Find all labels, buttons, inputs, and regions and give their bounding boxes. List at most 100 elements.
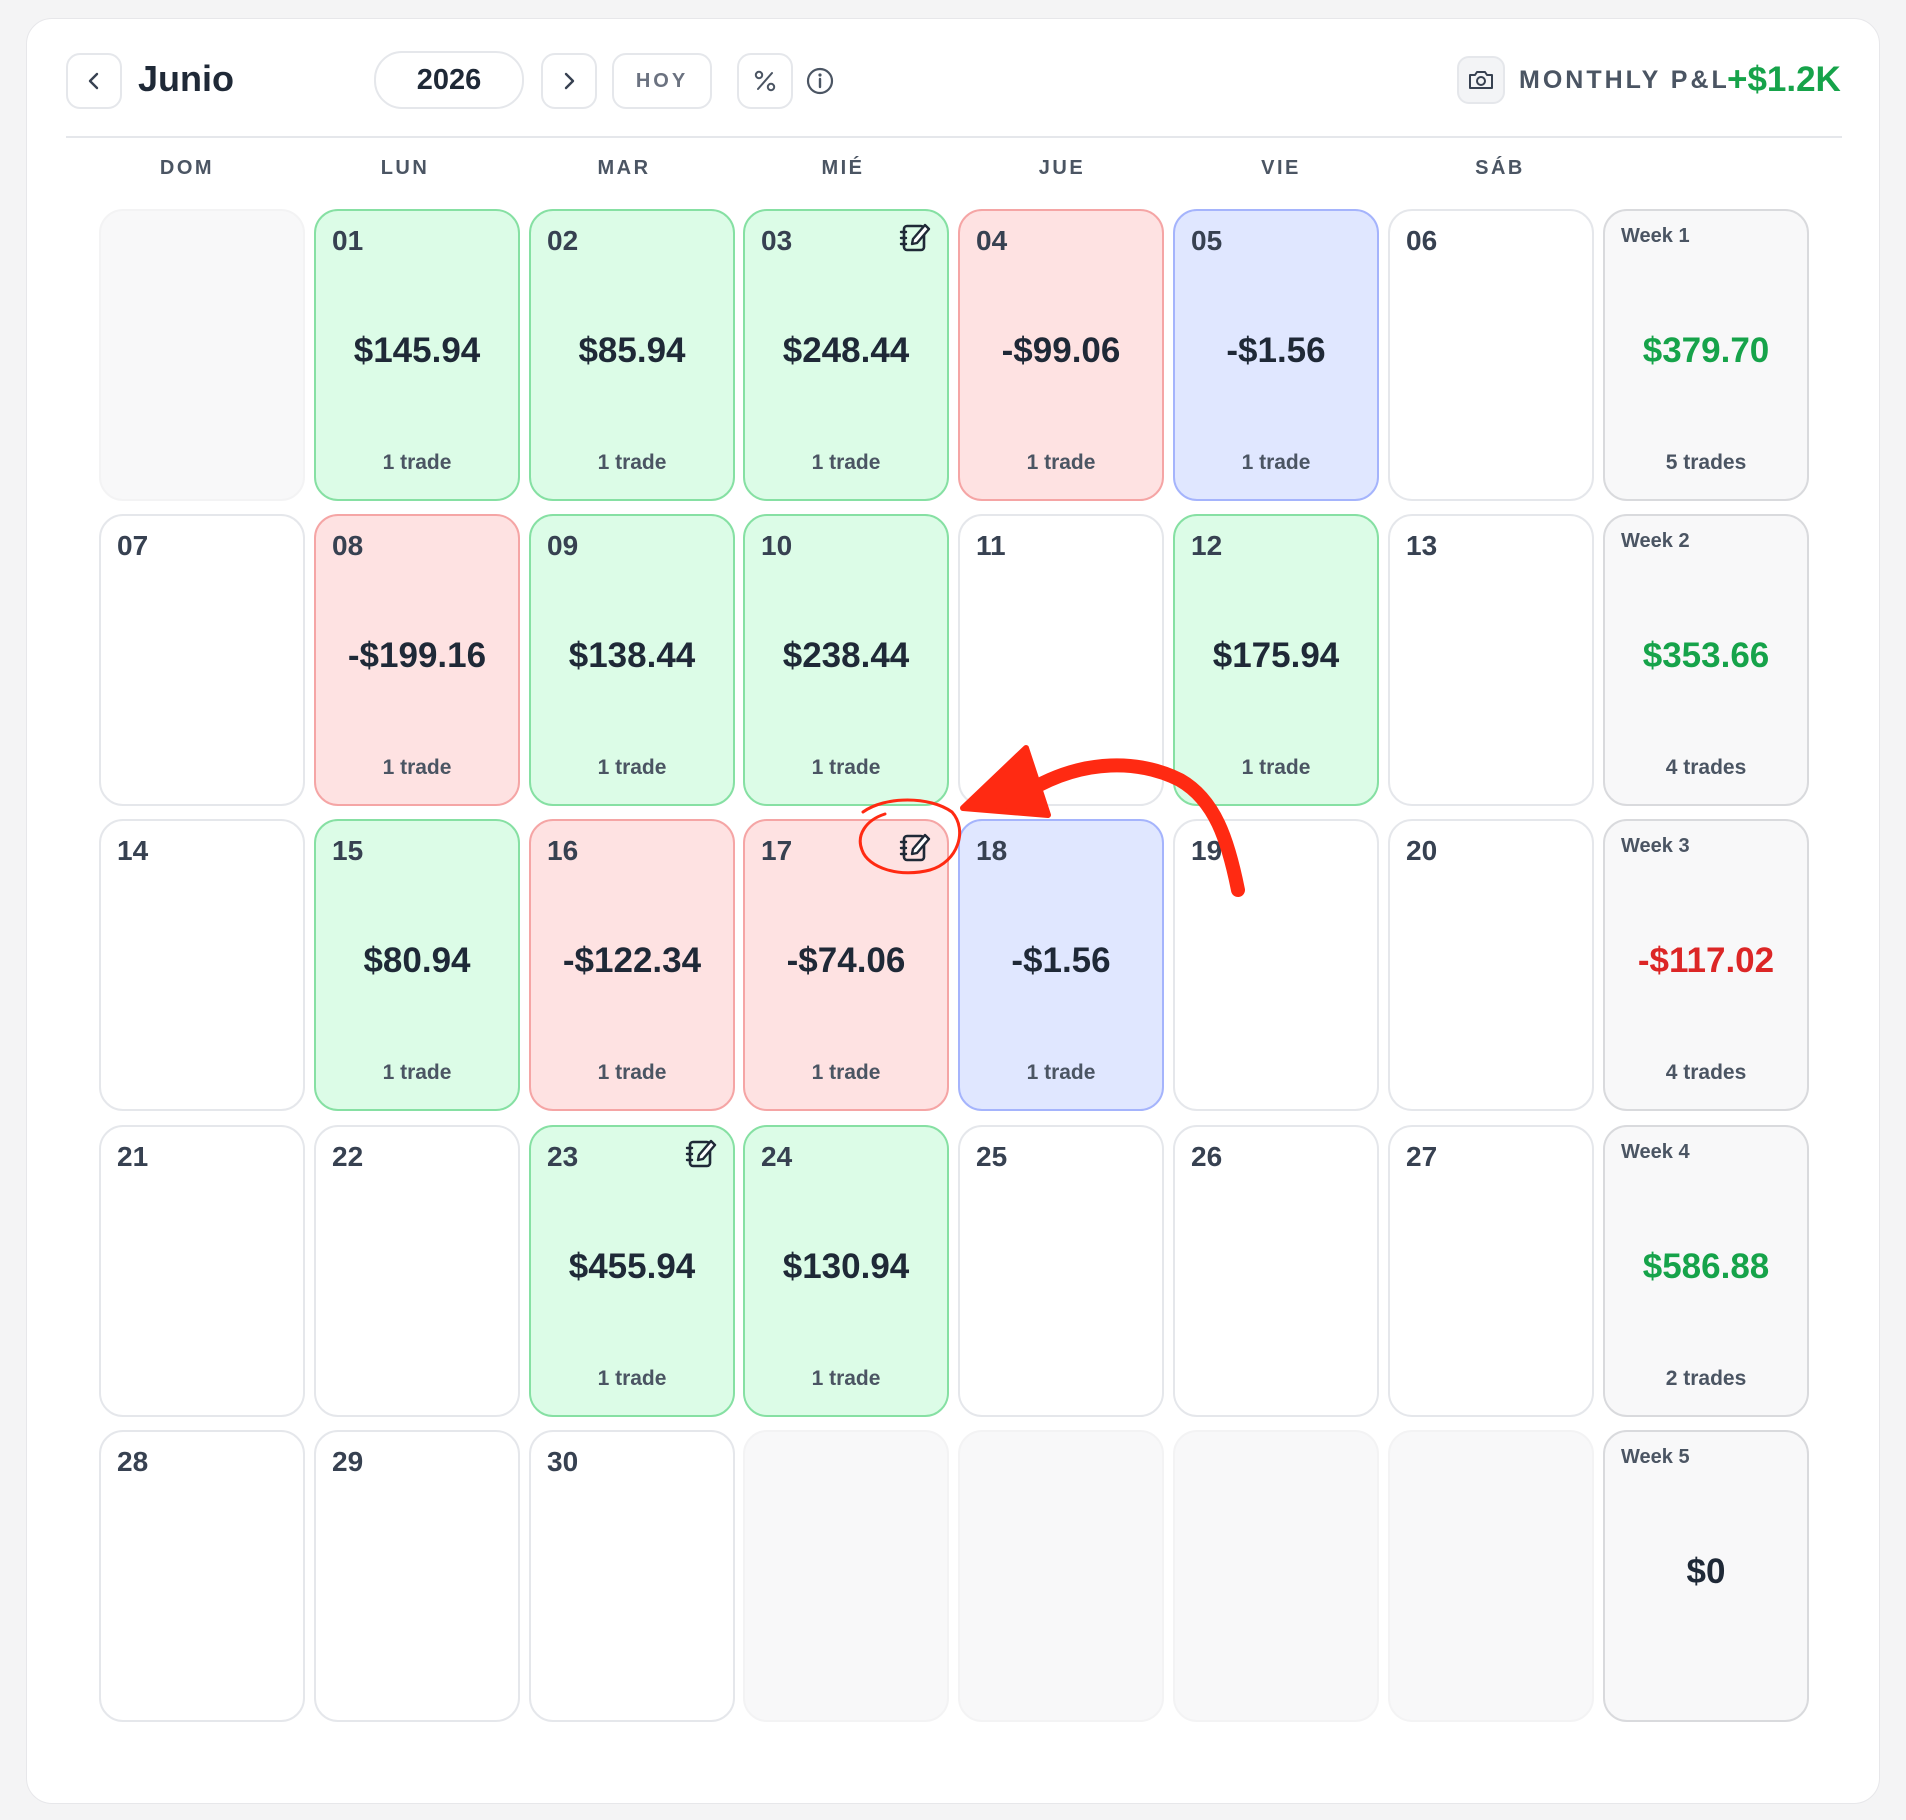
day-cell[interactable]: 09 $138.44 1 trade (529, 514, 735, 806)
day-number: 02 (547, 225, 579, 256)
weekday-label: MIÉ (821, 157, 865, 179)
percent-toggle-button[interactable] (737, 53, 793, 109)
day-number: 19 (1191, 835, 1223, 866)
week-summary-cell[interactable]: Week 5 $0 (1603, 1430, 1809, 1722)
day-trade-count: 1 trade (1241, 756, 1311, 779)
day-trade-count: 1 trade (597, 451, 667, 474)
chevron-left-icon (88, 72, 99, 90)
day-cell[interactable]: 26 (1173, 1125, 1379, 1417)
day-cell[interactable]: 30 (529, 1430, 735, 1722)
day-cell[interactable]: 18 -$1.56 1 trade (958, 819, 1164, 1111)
week-pnl: $379.70 (1642, 331, 1770, 370)
day-cell[interactable]: 22 (314, 1125, 520, 1417)
day-cell[interactable]: 29 (314, 1430, 520, 1722)
day-pnl: -$74.06 (786, 941, 906, 980)
day-trade-count: 1 trade (382, 756, 452, 779)
journal-note-icon[interactable] (897, 219, 933, 255)
day-trade-count: 1 trade (811, 756, 881, 779)
day-number: 11 (976, 530, 1006, 561)
week-label: Week 5 (1621, 1446, 1690, 1468)
day-pnl: $175.94 (1212, 636, 1340, 675)
weekday-label: VIE (1261, 157, 1301, 179)
day-number: 25 (976, 1141, 1008, 1172)
day-trade-count: 1 trade (1026, 451, 1096, 474)
week-summary-cell[interactable]: Week 3 -$117.02 4 trades (1603, 819, 1809, 1111)
day-cell[interactable]: 12 $175.94 1 trade (1173, 514, 1379, 806)
info-icon[interactable] (805, 66, 835, 96)
day-cell[interactable]: 20 (1388, 819, 1594, 1111)
day-cell[interactable]: 04 -$99.06 1 trade (958, 209, 1164, 501)
day-cell[interactable]: 06 (1388, 209, 1594, 501)
today-label: HOY (635, 69, 689, 92)
day-trade-count: 1 trade (1241, 451, 1311, 474)
day-cell[interactable]: 01 $145.94 1 trade (314, 209, 520, 501)
journal-note-icon[interactable] (897, 829, 933, 865)
day-number: 08 (332, 530, 364, 561)
day-number: 17 (761, 835, 793, 866)
next-month-button[interactable] (541, 53, 597, 109)
day-cell[interactable]: 13 (1388, 514, 1594, 806)
monthly-pnl-label: MONTHLY P&L (1519, 66, 1730, 94)
year-selector[interactable]: 2026 (374, 51, 524, 109)
day-pnl: $238.44 (782, 636, 910, 675)
day-number: 21 (117, 1141, 149, 1172)
day-pnl: $455.94 (568, 1247, 696, 1286)
week-trade-count: 5 trades (1665, 451, 1747, 474)
day-cell[interactable]: 24 $130.94 1 trade (743, 1125, 949, 1417)
day-cell[interactable]: 05 -$1.56 1 trade (1173, 209, 1379, 501)
day-cell[interactable]: 07 (99, 514, 305, 806)
empty-day-cell (1173, 1430, 1379, 1722)
day-number: 09 (547, 530, 579, 561)
day-number: 04 (976, 225, 1008, 256)
weekday-label: SÁB (1475, 157, 1525, 179)
prev-month-button[interactable] (66, 53, 122, 109)
monthly-pnl-value: +$1.2K (1727, 60, 1841, 99)
day-number: 27 (1406, 1141, 1438, 1172)
day-cell[interactable]: 03 $248.44 1 trade (743, 209, 949, 501)
weekday-label: JUE (1038, 157, 1086, 179)
day-number: 22 (332, 1141, 364, 1172)
day-cell[interactable]: 16 -$122.34 1 trade (529, 819, 735, 1111)
day-number: 18 (976, 835, 1008, 866)
day-number: 13 (1406, 530, 1438, 561)
week-pnl: -$117.02 (1637, 941, 1775, 980)
day-cell[interactable]: 08 -$199.16 1 trade (314, 514, 520, 806)
day-cell[interactable]: 02 $85.94 1 trade (529, 209, 735, 501)
day-number: 14 (117, 835, 149, 866)
day-cell[interactable]: 11 (958, 514, 1164, 806)
day-number: 20 (1406, 835, 1438, 866)
day-number: 30 (547, 1446, 579, 1477)
day-trade-count: 1 trade (597, 756, 667, 779)
day-pnl: $145.94 (353, 331, 481, 370)
day-number: 16 (547, 835, 579, 866)
day-cell[interactable]: 28 (99, 1430, 305, 1722)
week-pnl: $586.88 (1642, 1247, 1770, 1286)
day-cell[interactable]: 25 (958, 1125, 1164, 1417)
today-button[interactable]: HOY (612, 53, 712, 109)
day-pnl: -$199.16 (347, 636, 487, 675)
week-summary-cell[interactable]: Week 2 $353.66 4 trades (1603, 514, 1809, 806)
day-cell[interactable]: 10 $238.44 1 trade (743, 514, 949, 806)
day-pnl: -$1.56 (1011, 941, 1111, 980)
day-cell[interactable]: 17 -$74.06 1 trade (743, 819, 949, 1111)
day-cell[interactable]: 27 (1388, 1125, 1594, 1417)
month-title: Junio (138, 58, 234, 99)
day-trade-count: 1 trade (811, 1367, 881, 1390)
day-pnl: -$122.34 (562, 941, 702, 980)
journal-note-icon[interactable] (683, 1135, 719, 1171)
screenshot-button[interactable] (1457, 56, 1505, 104)
day-number: 29 (332, 1446, 364, 1477)
day-trade-count: 1 trade (811, 451, 881, 474)
day-cell[interactable]: 15 $80.94 1 trade (314, 819, 520, 1111)
week-summary-cell[interactable]: Week 4 $586.88 2 trades (1603, 1125, 1809, 1417)
camera-icon (1469, 71, 1493, 89)
week-trade-count: 4 trades (1665, 756, 1747, 779)
day-cell[interactable]: 21 (99, 1125, 305, 1417)
week-summary-cell[interactable]: Week 1 $379.70 5 trades (1603, 209, 1809, 501)
day-number: 24 (761, 1141, 793, 1172)
day-cell[interactable]: 14 (99, 819, 305, 1111)
day-cell[interactable]: 19 (1173, 819, 1379, 1111)
day-cell[interactable]: 23 $455.94 1 trade (529, 1125, 735, 1417)
chevron-right-icon (564, 72, 575, 90)
week-trade-count: 4 trades (1665, 1061, 1747, 1084)
